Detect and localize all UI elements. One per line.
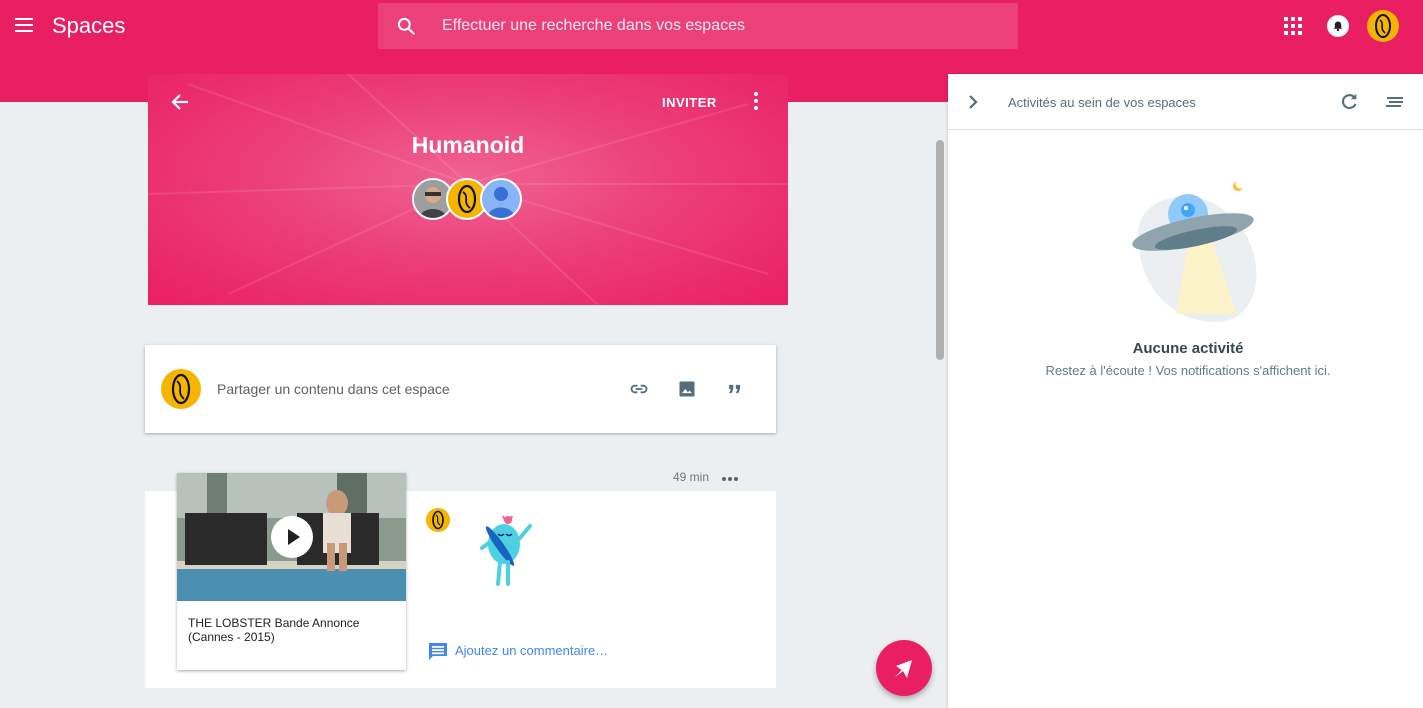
- video-thumbnail: [177, 473, 406, 601]
- monster-sticker: [480, 515, 532, 586]
- empty-state-title: Aucune activité: [1132, 340, 1244, 357]
- refresh-icon[interactable]: [1338, 91, 1360, 113]
- video-title[interactable]: THE LOBSTER Bande Annonce (Cannes - 2015…: [188, 616, 388, 644]
- activity-panel-title: Activités au sein de vos espaces: [1008, 95, 1196, 110]
- invite-button[interactable]: INVITER: [662, 95, 717, 110]
- search-input[interactable]: Effectuer une recherche dans vos espaces: [378, 3, 1018, 49]
- chevron-right-icon[interactable]: [965, 93, 981, 111]
- link-icon[interactable]: [628, 379, 650, 399]
- hamburger-menu-icon[interactable]: [12, 14, 36, 38]
- search-placeholder: Effectuer une recherche dans vos espaces: [442, 17, 745, 34]
- search-icon: [397, 17, 415, 35]
- app-title: Spaces: [52, 13, 126, 38]
- account-avatar[interactable]: [1367, 10, 1399, 42]
- space-title: Humanoid: [411, 132, 525, 158]
- activity-panel-header: Activités au sein de vos espaces: [948, 74, 1423, 130]
- member-avatars: [412, 178, 532, 222]
- comment-icon: [429, 643, 447, 660]
- empty-state-subtitle: Restez à l'écoute ! Vos notifications s'…: [1045, 363, 1331, 378]
- ufo-illustration: [1132, 179, 1257, 323]
- post-author-avatar[interactable]: [426, 508, 450, 532]
- app-bar: Spaces Effectuer une recherche dans vos …: [0, 0, 1423, 52]
- sort-icon[interactable]: [1385, 93, 1405, 111]
- quote-icon[interactable]: [724, 379, 746, 399]
- scrollbar-thumb[interactable]: [936, 140, 944, 360]
- space-header: INVITER Humanoid: [148, 74, 788, 305]
- post-timestamp: 49 min: [673, 470, 710, 484]
- more-horiz-icon[interactable]: [722, 468, 742, 482]
- video-card[interactable]: THE LOBSTER Bande Annonce (Cannes - 2015…: [177, 473, 406, 670]
- share-composer[interactable]: Partager un contenu dans cet espace: [145, 345, 776, 433]
- bell-icon[interactable]: [1327, 15, 1349, 37]
- play-button[interactable]: [271, 516, 313, 558]
- apps-grid-icon[interactable]: [1284, 17, 1302, 35]
- composer-avatar: [161, 369, 201, 409]
- add-comment-label: Ajoutez un commentaire…: [455, 643, 609, 658]
- send-icon: [895, 660, 912, 678]
- image-icon[interactable]: [676, 379, 698, 399]
- arrow-back-icon[interactable]: [170, 92, 190, 112]
- send-fab-button[interactable]: [876, 640, 932, 696]
- composer-placeholder: Partager un contenu dans cet espace: [217, 381, 450, 397]
- member-avatar-default[interactable]: [480, 178, 522, 220]
- more-vert-icon[interactable]: [752, 92, 760, 112]
- activity-panel: Activités au sein de vos espaces Aucune …: [948, 74, 1423, 708]
